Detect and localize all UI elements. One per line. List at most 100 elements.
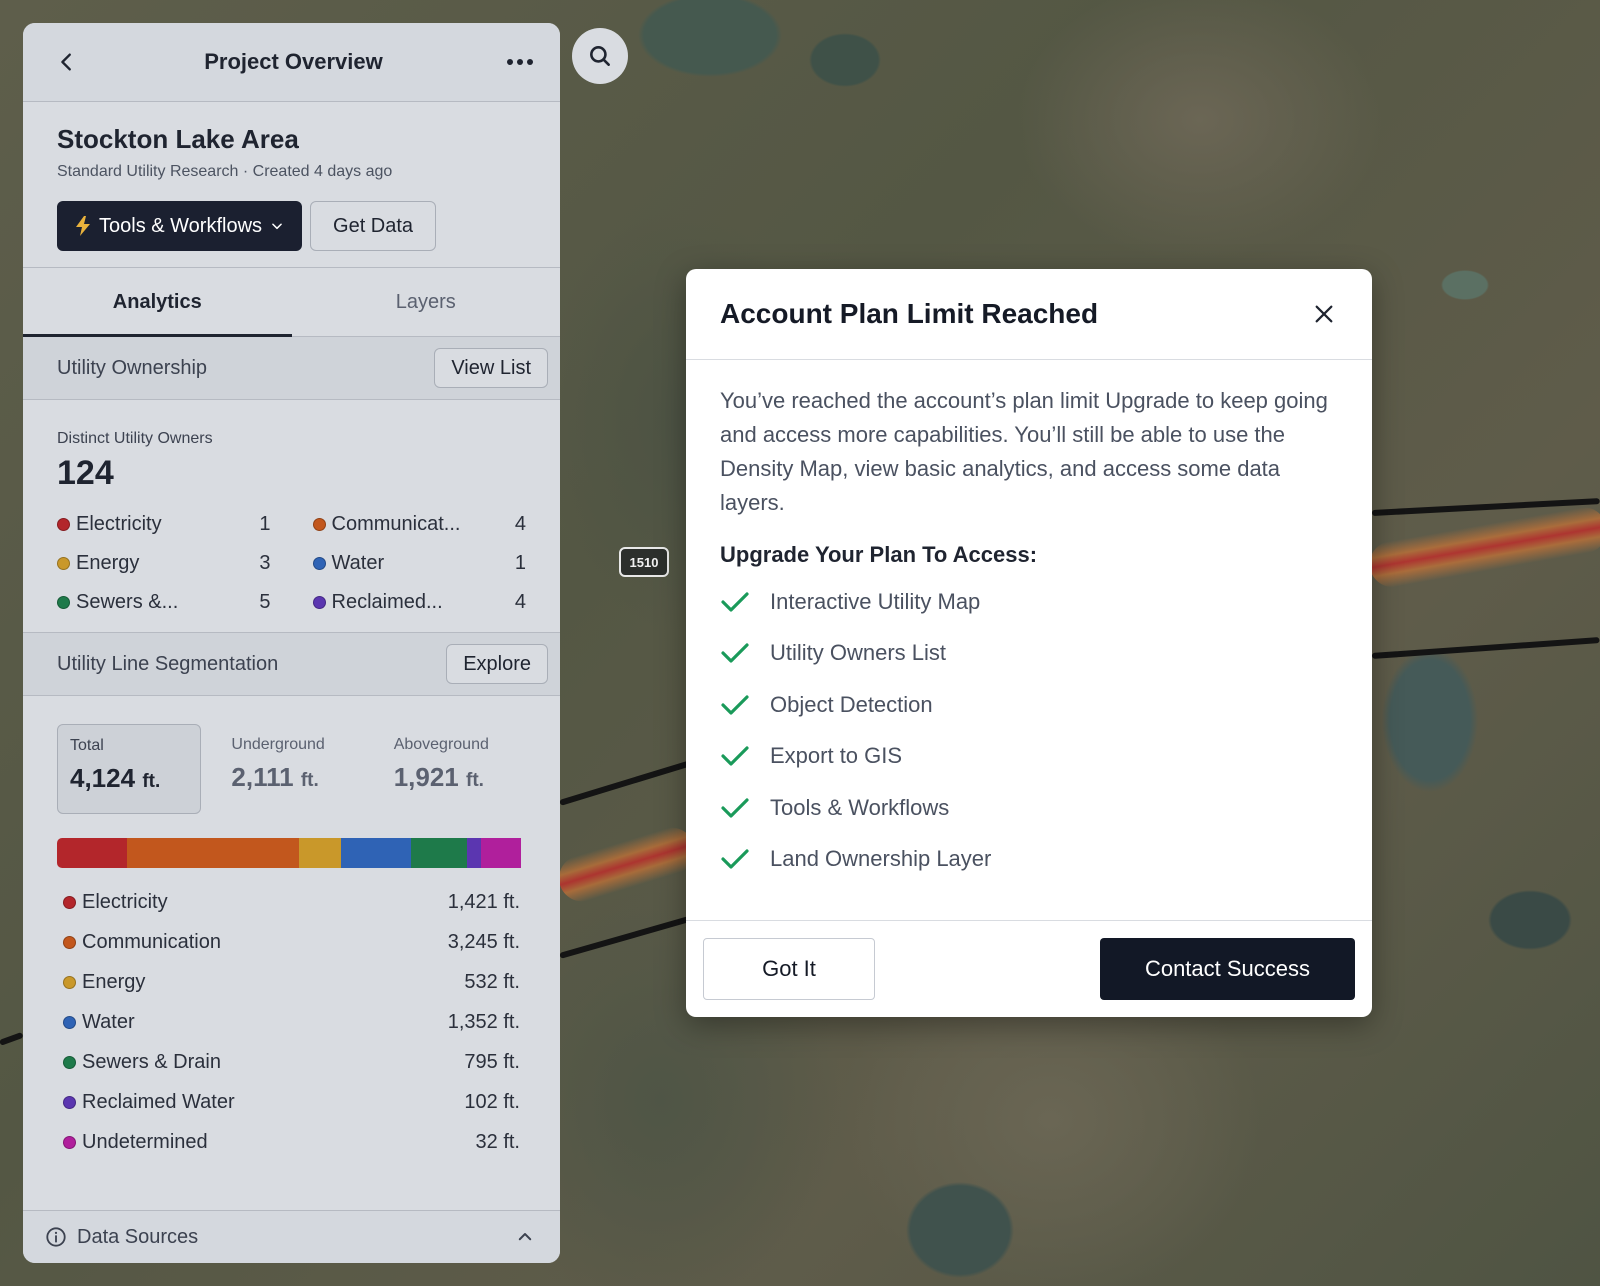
project-summary: Stockton Lake Area Standard Utility Rese… [23,102,560,268]
stat-total[interactable]: Total 4,124 ft. [57,724,202,814]
stat-unit: ft. [142,771,161,792]
lightning-icon [76,216,90,236]
contact-success-button[interactable]: Contact Success [1100,938,1355,1000]
project-name: Stockton Lake Area [57,124,299,154]
owner-type-count: 3 [259,552,271,574]
got-it-button[interactable]: Got It [703,938,875,1000]
close-icon [1315,305,1333,323]
owner-type-item: Energy 3 [57,552,271,575]
segmentation-bar [57,838,526,868]
search-icon [590,46,610,66]
feature-item: Export to GIS [720,731,1338,783]
owner-type-count: 4 [514,591,526,613]
modal-subtitle: Upgrade Your Plan To Access: [720,542,1038,567]
line-segmentation-section: Total 4,124 ft. Underground 2,111 ft. Aboveg… [23,696,560,1172]
stat-aboveground[interactable]: Aboveground 1,921 ft. [382,724,526,814]
explore-button[interactable]: Explore [446,644,548,684]
view-list-button[interactable]: View List [434,348,548,388]
panel-title: Project Overview [204,49,383,74]
utility-ownership-title: Utility Ownership [57,356,208,379]
get-data-button[interactable]: Get Data [310,201,437,251]
tab-layers[interactable]: Layers [292,268,561,336]
back-button[interactable] [53,48,81,76]
segmentation-bar-segment [127,838,299,868]
check-icon [721,798,749,818]
color-dot-icon [57,518,70,531]
owners-grid: Electricity 1 Communicat... 4 Energy 3 Water 1 S… [57,513,526,614]
feature-label: Object Detection [770,691,933,717]
color-dot-icon [63,1055,76,1069]
color-dot-icon [57,557,70,570]
feature-list: Interactive Utility Map Utility Owners Li… [720,576,1338,885]
line-segmentation-title: Utility Line Segmentation [57,652,279,675]
utility-line [1371,637,1600,659]
stat-value: 2,111 [231,762,294,792]
panel-tabs: Analytics Layers [23,268,560,337]
segmentation-row: Energy 532 ft. [57,962,526,1002]
segmentation-label: Energy [82,970,146,993]
feature-label: Interactive Utility Map [770,588,981,614]
check-icon [721,592,749,612]
segmentation-value: 1,352 ft. [447,1010,520,1033]
tools-workflows-button[interactable]: Tools & Workflows [57,201,303,251]
feature-item: Object Detection [720,679,1338,731]
chevron-left-icon [61,53,71,71]
owner-type-label: Reclaimed... [331,591,443,613]
stat-unit: ft. [300,770,319,791]
color-dot-icon [63,895,76,909]
stat-label: Aboveground [393,736,489,753]
stat-underground[interactable]: Underground 2,111 ft. [219,724,363,814]
owner-type-count: 4 [514,513,526,535]
color-dot-icon [312,518,326,531]
segmentation-bar-segment [298,838,341,868]
segmentation-label: Water [82,1010,135,1033]
utility-line [559,759,695,806]
panel-header: Project Overview [23,23,560,102]
color-dot-icon [312,596,326,609]
close-button[interactable] [1310,300,1338,328]
owner-type-item: Sewers &... 5 [57,591,271,614]
feature-label: Export to GIS [770,743,903,769]
check-icon [721,849,749,869]
more-options-button[interactable] [506,48,534,76]
segmentation-row: Electricity 1,421 ft. [57,882,526,922]
stat-value: 1,921 [393,762,459,792]
color-dot-icon [57,596,70,609]
segmentation-label: Undetermined [82,1130,208,1153]
project-panel: Project Overview Stockton Lake Area Stan… [23,23,560,1263]
owner-type-label: Water [331,552,385,574]
utility-line [0,1031,24,1046]
owner-type-label: Communicat... [331,513,461,535]
segmentation-list: Electricity 1,421 ft. Communication 3,245 f… [57,882,526,1162]
segmentation-value: 3,245 ft. [447,930,520,953]
segmentation-label: Communication [82,930,221,953]
segmentation-bar-segment [481,838,522,868]
segmentation-bar-segment [411,838,468,868]
data-sources-label: Data Sources [77,1225,199,1248]
segmentation-label: Electricity [82,890,168,913]
owner-type-label: Energy [76,552,140,574]
segmentation-row: Sewers & Drain 795 ft. [57,1042,526,1082]
modal-body: You’ve reached the account’s plan limit … [686,360,1372,885]
owner-type-count: 1 [259,513,271,535]
segmentation-value: 32 ft. [475,1130,520,1153]
feature-label: Tools & Workflows [770,794,950,820]
stat-label: Total [70,737,104,754]
color-dot-icon [63,1015,76,1029]
chevron-up-icon[interactable] [516,1228,534,1246]
utility-line [559,914,696,959]
segmentation-label: Reclaimed Water [82,1090,235,1113]
data-sources-footer[interactable]: Data Sources [23,1210,560,1263]
plan-limit-modal: Account Plan Limit Reached You’ve reache… [686,269,1372,1017]
tab-analytics[interactable]: Analytics [23,268,292,337]
segmentation-row: Communication 3,245 ft. [57,922,526,962]
modal-description: You’ve reached the account’s plan limit … [720,388,1328,515]
segmentation-stats: Total 4,124 ft. Underground 2,111 ft. Aboveg… [57,724,526,814]
check-icon [721,746,749,766]
owners-count-label: Distinct Utility Owners [57,430,213,447]
density-heat-trail-left [553,822,701,907]
segmentation-value: 795 ft. [464,1050,520,1073]
map-search-button[interactable] [572,28,628,84]
feature-item: Utility Owners List [720,628,1338,680]
segmentation-row: Undetermined 32 ft. [57,1122,526,1162]
